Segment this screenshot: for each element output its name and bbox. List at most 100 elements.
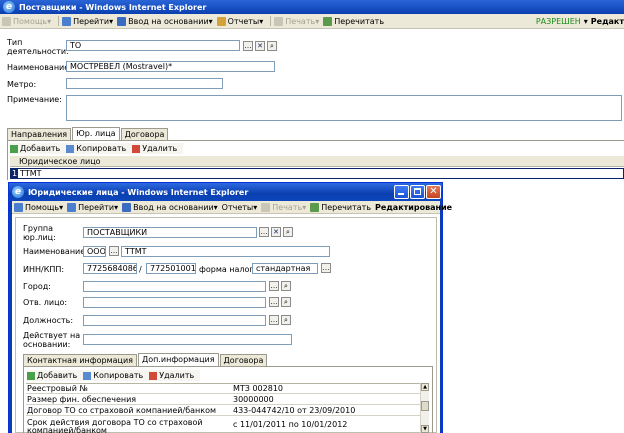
delete-button[interactable]: Удалить [132, 144, 177, 153]
city-input[interactable] [83, 281, 266, 292]
main-window-title: Поставщики - Windows Internet Explorer [19, 2, 207, 12]
popup-help-button[interactable]: Помощь ▾ [14, 201, 63, 213]
help-icon [14, 202, 23, 212]
scroll-thumb[interactable] [421, 401, 429, 411]
kpp-input[interactable]: 772501001 [146, 263, 196, 274]
open-icon[interactable]: ⌕ [267, 41, 277, 51]
mode-label: Редакт [590, 16, 624, 26]
popup-grid: Реестровый № МТЗ 002810 Размер фин. обесп… [26, 383, 420, 433]
tab-popup-contracts[interactable]: Договора [219, 354, 268, 366]
tax-select-button[interactable]: … [321, 263, 331, 273]
open-icon[interactable]: ⌕ [281, 315, 291, 325]
note-textarea[interactable] [66, 95, 622, 121]
popup-grid-scrollbar[interactable]: ▲ ▼ [420, 383, 429, 433]
popup-go-button[interactable]: Перейти ▾ [67, 201, 118, 213]
tax-label: форма налог.: [199, 265, 259, 274]
clear-icon[interactable]: ✕ [255, 41, 265, 51]
city-label: Город: [23, 282, 51, 291]
ie-icon: e [3, 1, 15, 13]
minimize-button[interactable] [394, 185, 409, 199]
main-title-bar: e Поставщики - Windows Internet Explorer [0, 0, 624, 14]
group-label: Группа юр.лиц: [23, 224, 56, 242]
tax-input[interactable]: стандартная [252, 263, 318, 274]
popup-delete-button[interactable]: Удалить [149, 371, 194, 380]
maximize-button[interactable] [410, 185, 425, 199]
tab-contracts[interactable]: Договора [120, 128, 169, 140]
based-on-button[interactable]: Ввод на основании ▾ [117, 14, 213, 28]
name-label: Наименование: [7, 63, 72, 72]
help-button[interactable]: Помощь ▾ [2, 14, 51, 28]
open-icon[interactable]: ⌕ [281, 281, 291, 291]
ie-icon: e [12, 186, 24, 198]
resp-label: Отв. лицо: [23, 298, 68, 307]
name-input[interactable]: МОСТРЕВЕЛ (Mostravel)* [66, 61, 275, 72]
popup-tabs: Контактная информация Доп.информация Дог… [23, 353, 268, 366]
popup-grid-toolbar: Добавить Копировать Удалить [27, 370, 201, 381]
tab-additional-info[interactable]: Доп.информация [137, 353, 219, 366]
position-select-button[interactable]: … [269, 315, 279, 325]
main-tabs: Направления Юр. лица Договора [7, 127, 169, 140]
prefix-select-button[interactable]: … [109, 246, 119, 256]
add-icon [10, 144, 18, 153]
refresh-icon [323, 16, 333, 26]
tab-legal-entities[interactable]: Юр. лица [72, 127, 120, 140]
inn-kpp-separator: / [139, 265, 142, 274]
popup-print-button[interactable]: Печать ▾ [261, 201, 306, 213]
close-icon: ✕ [429, 186, 438, 197]
print-button[interactable]: Печать ▾ [274, 14, 319, 28]
popup-reports-button[interactable]: Отчеты ▾ [222, 201, 258, 213]
table-row[interactable]: 1 ТТМТ [10, 168, 624, 179]
open-icon[interactable]: ⌕ [283, 227, 293, 237]
prefix-input[interactable]: ООО [83, 246, 106, 257]
tab-directions[interactable]: Направления [7, 128, 72, 140]
basis-label: Действует на основании: [23, 331, 81, 349]
scroll-down-icon[interactable]: ▼ [421, 425, 429, 433]
type-input[interactable]: ТО [66, 40, 240, 51]
popup-window-title: Юридические лица - Windows Internet Expl… [28, 187, 249, 197]
note-label: Примечание: [7, 95, 62, 104]
popup-title-bar: e Юридические лица - Windows Internet Ex… [9, 183, 442, 201]
group-select-button[interactable]: … [259, 227, 269, 237]
reports-button[interactable]: Отчеты ▾ [216, 14, 263, 28]
metro-label: Метро: [7, 80, 37, 89]
close-button[interactable]: ✕ [426, 185, 441, 199]
document-icon [117, 16, 127, 26]
position-input[interactable] [83, 315, 266, 326]
print-icon [261, 202, 271, 212]
reread-button[interactable]: Перечитать [323, 14, 384, 28]
status-badge: РАЗРЕШЕН [535, 16, 581, 26]
delete-icon [132, 144, 141, 153]
copy-button[interactable]: Копировать [66, 144, 126, 153]
table-row[interactable]: Реестровый № МТЗ 002810 [26, 384, 420, 394]
minimize-icon [398, 193, 404, 195]
popup-name-label: Наименование: [23, 247, 88, 256]
city-select-button[interactable]: … [269, 281, 279, 291]
add-button[interactable]: Добавить [10, 144, 60, 153]
popup-add-button[interactable]: Добавить [27, 371, 77, 380]
popup-name-input[interactable]: ТТМТ [121, 246, 330, 257]
main-grid-toolbar: Добавить Копировать Удалить [10, 143, 184, 154]
popup-reread-button[interactable]: Перечитать [310, 201, 371, 213]
metro-input[interactable] [66, 78, 223, 89]
resp-select-button[interactable]: … [269, 297, 279, 307]
tab-contact-info[interactable]: Контактная информация [23, 354, 137, 366]
scroll-up-icon[interactable]: ▲ [421, 383, 429, 391]
table-row[interactable]: Срок действия договора ТО со страховой к… [26, 417, 420, 433]
type-label: Тип деятельности: [7, 38, 69, 56]
go-button[interactable]: Перейти ▾ [62, 14, 113, 28]
popup-based-on-button[interactable]: Ввод на основании ▾ [122, 201, 218, 213]
group-input[interactable]: ПОСТАВЩИКИ [83, 227, 257, 238]
open-icon[interactable]: ⌕ [281, 297, 291, 307]
copy-icon [66, 144, 75, 153]
type-select-button[interactable]: … [243, 41, 253, 51]
clear-icon[interactable]: ✕ [271, 227, 281, 237]
table-row[interactable]: Договор ТО со страховой компанией/банком… [26, 406, 420, 416]
popup-copy-button[interactable]: Копировать [83, 371, 143, 380]
inn-input[interactable]: 7725684086 [83, 263, 137, 274]
inn-label: ИНН/КПП: [23, 265, 65, 274]
help-icon [2, 16, 11, 26]
grid-header: Юридическое лицо [10, 156, 624, 167]
table-row[interactable]: Размер фин. обеспечения 30000000 [26, 395, 420, 405]
basis-input[interactable] [83, 334, 292, 345]
resp-input[interactable] [83, 297, 266, 308]
